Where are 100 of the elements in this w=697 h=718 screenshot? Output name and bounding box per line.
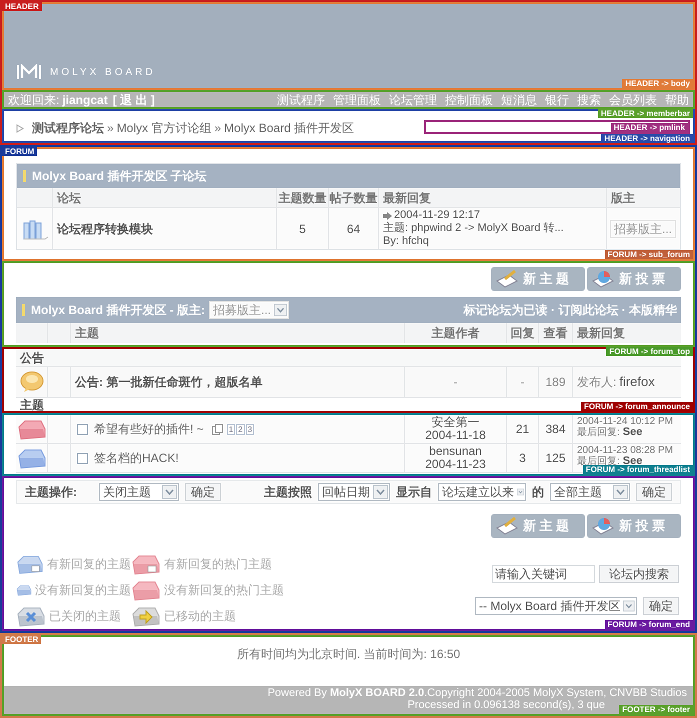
logo-text: MOLYX BOARD	[50, 66, 156, 80]
post-date: 2004-11-18	[425, 429, 486, 442]
title-marker	[23, 170, 26, 182]
confirm-button[interactable]: 确定	[636, 483, 672, 501]
pencil-paper-icon	[495, 269, 519, 289]
processing-info: Processed in 0.096138 second(s), 3 que	[407, 699, 605, 711]
column-header: 论坛	[53, 188, 277, 207]
section-tag: FORUM -> forum_end	[604, 620, 693, 629]
breadcrumb-separator: »	[214, 120, 222, 137]
welcome-text: 欢迎回来:	[8, 92, 60, 108]
forum-name-link[interactable]: 论坛程序转换模块	[57, 220, 153, 238]
pencil-paper-icon	[495, 516, 519, 536]
confirm-button[interactable]: 论坛内搜索	[599, 565, 679, 583]
checkbox[interactable]	[77, 452, 88, 464]
field-label: 的	[532, 484, 544, 501]
last-reply-subject[interactable]: 主题: phpwind 2 -> MolyX Board 转...	[383, 222, 606, 235]
search-field[interactable]: 请输入关键词	[492, 565, 595, 583]
page-link[interactable]: 1	[226, 424, 236, 434]
legend-label: 有新回复的主题	[47, 556, 131, 572]
breadcrumb-link[interactable]: Molyx Board 插件开发区	[224, 119, 354, 137]
sort-dropdown[interactable]: 回帖日期	[318, 483, 390, 501]
table-cell-text: 64	[346, 220, 360, 238]
section-heading: 主题	[19, 397, 44, 414]
section-tag: FORUM	[2, 147, 38, 156]
section-tag: FORUM -> forum_threadlist	[582, 465, 693, 474]
section-heading: 公告	[18, 350, 44, 366]
legend-label: 已关闭的主题	[49, 608, 121, 624]
section-tag: FORUM -> sub_forum	[604, 250, 693, 259]
table-cell-text: -	[520, 374, 524, 391]
author-link[interactable]: bensunan	[429, 445, 482, 458]
section-tag: FOOTER -> footer	[619, 705, 693, 714]
page-link[interactable]: 2	[236, 424, 245, 434]
timezone-note: 所有时间均为北京时间. 当前时间为: 16:50	[236, 646, 460, 663]
thread-title-link[interactable]: 希望有些好的插件! ~	[94, 420, 204, 438]
column-header: 主题数量	[277, 188, 329, 207]
logo-icon	[16, 64, 42, 80]
caret-icon	[623, 599, 635, 613]
column-header: 主题	[71, 323, 405, 343]
caret-icon	[162, 485, 177, 499]
field-label: 显示自	[396, 484, 432, 501]
column-header: 回复	[507, 323, 539, 343]
confirm-button[interactable]: 确定	[643, 597, 679, 615]
announcement-link[interactable]: 公告: 第一批新任命斑竹，超版名单	[75, 373, 262, 391]
last-reply-label: 最后回复:	[577, 456, 620, 467]
field-label: 主题按照	[264, 484, 312, 501]
author-link[interactable]: 安全第一	[432, 416, 480, 429]
confirm-button[interactable]: 确定	[185, 483, 221, 501]
column-header: 帖子数量	[329, 188, 379, 207]
date-range-dropdown[interactable]: 论坛建立以来	[438, 483, 526, 501]
section-tag: HEADER -> memberbar	[598, 109, 693, 118]
table-cell-text: 21	[516, 421, 530, 438]
caret-icon	[613, 485, 628, 499]
legend-label: 有新回复的热门主题	[164, 556, 272, 572]
title-marker	[22, 304, 25, 316]
thread-title-link[interactable]: 签名档的HACK!	[94, 449, 179, 467]
copyright-text: Powered By MolyX BOARD 2.0.Copyright 2004-2005 MolyX System, CNVBB Studios	[268, 687, 687, 699]
section-tag: HEADER -> pmlink	[610, 123, 688, 132]
last-reply-author[interactable]: See	[622, 456, 642, 467]
caret-icon	[373, 485, 388, 499]
table-cell-text: 125	[545, 450, 566, 467]
breadcrumb-link[interactable]: Molyx 官方讨论组	[116, 119, 212, 137]
section-tag: FORUM -> forum_top	[606, 347, 693, 356]
section-tag: HEADER	[2, 2, 42, 11]
topic-action-dropdown[interactable]: 关闭主题	[99, 483, 179, 501]
table-cell-text: 189	[545, 374, 566, 391]
arrow-icon	[383, 212, 392, 220]
speech-bubble-icon	[20, 371, 44, 393]
pages-icon	[212, 424, 223, 434]
table-cell-text: -	[454, 374, 458, 391]
column-header: 最新回复	[576, 325, 626, 342]
last-reply-date: 2004-11-24 10:12 PM	[577, 416, 674, 427]
section-tag: HEADER -> body	[622, 79, 693, 88]
legend-label: 已移动的主题	[164, 608, 236, 624]
table-title: Molyx Board 插件开发区 子论坛	[32, 168, 207, 185]
chart-paper-icon	[591, 269, 615, 289]
field-label: 主题操作:	[25, 484, 77, 501]
column-header: 主题作者	[405, 323, 507, 343]
page-link[interactable]: 3	[246, 424, 254, 434]
last-reply-label: 最后回复:	[577, 427, 620, 438]
section-tag: HEADER -> navigation	[601, 134, 693, 143]
last-reply-author[interactable]: See	[622, 427, 642, 438]
caret-icon	[274, 303, 288, 317]
breadcrumb-separator: »	[107, 120, 114, 137]
last-reply-date: 2004-11-29 12:17	[394, 209, 480, 222]
legend-label: 没有新回复的热门主题	[164, 582, 284, 598]
legend-label: 没有新回复的主题	[35, 582, 131, 598]
column-header: 最新回复	[379, 188, 607, 207]
table-cell-text: 5	[299, 220, 306, 238]
poster-name[interactable]: firefox	[619, 372, 655, 392]
breadcrumb-link[interactable]: 测试程序论坛	[32, 119, 104, 137]
table-title: Molyx Board 插件开发区 - 版主:	[31, 302, 206, 319]
chart-paper-icon	[591, 516, 615, 536]
arrow-icon	[16, 124, 24, 132]
last-reply-date: 2004-11-23 08:28 PM	[577, 445, 674, 456]
forum-jump-dropdown[interactable]: -- Molyx Board 插件开发区	[475, 597, 637, 615]
table-cell-text: 3	[519, 450, 526, 467]
scope-dropdown[interactable]: 全部主题	[550, 483, 630, 501]
post-date: 2004-11-23	[425, 458, 486, 471]
column-header: 查看	[539, 323, 573, 343]
checkbox[interactable]	[77, 424, 88, 434]
